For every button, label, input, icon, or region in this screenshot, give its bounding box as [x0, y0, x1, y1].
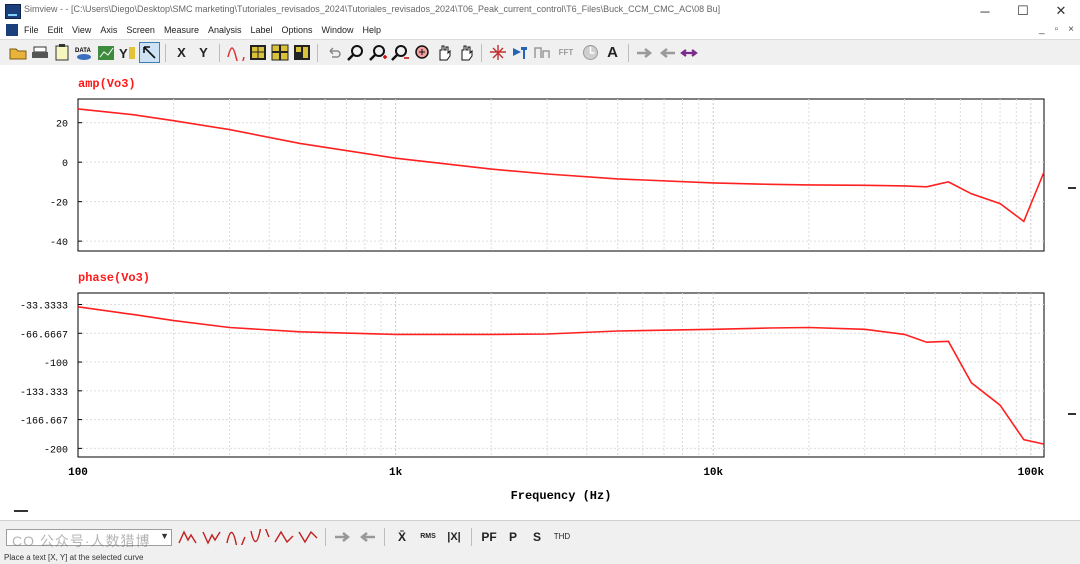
print-icon[interactable]	[30, 43, 49, 62]
x-tick-label: 100k	[1018, 467, 1045, 479]
local-min-icon[interactable]	[250, 527, 270, 546]
watermark: CO 公众号·人数猎博	[12, 533, 151, 549]
clock-icon[interactable]	[581, 43, 600, 62]
simview-app-icon	[5, 4, 21, 19]
menu-screen[interactable]: Screen	[126, 25, 155, 35]
status-bar: Place a text [X, Y] at the selected curv…	[0, 552, 1080, 564]
plot-frame-1	[77, 292, 1045, 458]
x-axis-icon[interactable]: X	[172, 43, 191, 62]
fft-icon[interactable]: FFT	[554, 43, 578, 62]
window-controls: ─ ☐ ✕	[966, 0, 1080, 22]
plot-area[interactable]: amp(Vo3) 20 0 -20 -40 phase(Vo3) -33.3333 -66.6…	[0, 65, 1080, 520]
title-bar: Simview - - [C:\Users\Diego\Desktop\SMC …	[0, 0, 1080, 23]
menu-edit[interactable]: Edit	[48, 25, 64, 35]
y-tick-label: -20	[50, 199, 68, 210]
probe-icon[interactable]	[510, 43, 529, 62]
screen-icon[interactable]	[270, 43, 289, 62]
menu-options[interactable]: Options	[282, 25, 313, 35]
y-tick-label: -33.3333	[20, 302, 68, 313]
x-tick-label: 10k	[703, 467, 723, 479]
x-tick-label: 1k	[389, 467, 403, 479]
y-tick-label: -66.6667	[20, 330, 68, 341]
y-tick-label: -40	[50, 238, 68, 249]
mdi-restore-button[interactable]: ▫	[1055, 24, 1059, 35]
mdi-minimize-button[interactable]: _	[1039, 24, 1045, 35]
close-button[interactable]: ✕	[1042, 0, 1080, 22]
screen2-icon[interactable]	[292, 43, 311, 62]
measure-icon[interactable]	[488, 43, 507, 62]
y-tick-label: 0	[62, 159, 68, 170]
p-button[interactable]: P	[503, 527, 523, 546]
zoom-fit-icon[interactable]	[412, 43, 431, 62]
main-toolbar: DATA Y X Y FFT A	[0, 39, 1080, 66]
arrow-left-icon[interactable]	[657, 43, 676, 62]
max-icon[interactable]	[274, 527, 294, 546]
undo-icon[interactable]	[324, 43, 343, 62]
clipboard-icon[interactable]	[52, 43, 71, 62]
mdi-controls: _ ▫ ×	[1039, 24, 1074, 35]
menu-bar: File Edit View Axis Screen Measure Analysis Lab…	[0, 22, 1080, 39]
svg-text:Y: Y	[119, 46, 128, 61]
menu-axis[interactable]: Axis	[100, 25, 117, 35]
data-icon[interactable]: DATA	[74, 43, 93, 62]
y-tick-label: 20	[56, 120, 68, 131]
svg-text:DATA: DATA	[75, 48, 91, 54]
zoom-out-icon[interactable]	[390, 43, 409, 62]
menu-file[interactable]: File	[24, 25, 39, 35]
grid-icon[interactable]	[248, 43, 267, 62]
menu-label[interactable]: Label	[250, 25, 272, 35]
chart-title-1: phase(Vo3)	[78, 271, 150, 285]
zoom-in-icon[interactable]	[368, 43, 387, 62]
text-icon[interactable]: A	[603, 43, 622, 62]
menu-window[interactable]: Window	[322, 25, 354, 35]
mdi-close-button[interactable]: ×	[1068, 24, 1074, 35]
open-folder-icon[interactable]	[8, 43, 27, 62]
y-tick-label: -166.667	[20, 417, 68, 428]
thd-button[interactable]: THD	[551, 527, 573, 546]
peak-max-icon[interactable]	[178, 527, 198, 546]
y-tick-label: -133.333	[20, 388, 68, 399]
s-button[interactable]: S	[527, 527, 547, 546]
document-icon	[6, 24, 18, 36]
menu-help[interactable]: Help	[363, 25, 382, 35]
zoom-icon[interactable]	[346, 43, 365, 62]
arrow-right-icon-2[interactable]	[333, 527, 353, 546]
x-axis-label: Frequency (Hz)	[511, 489, 612, 503]
menu-analysis[interactable]: Analysis	[208, 25, 242, 35]
hand-icon[interactable]	[456, 43, 475, 62]
abs-button[interactable]: |X|	[444, 527, 464, 546]
window-title: Simview - - [C:\Users\Diego\Desktop\SMC …	[24, 4, 721, 14]
arrow-both-icon[interactable]	[679, 43, 698, 62]
menu-items: File Edit View Axis Screen Measure Analysis Lab…	[24, 25, 390, 35]
curve-toolbar: ▼ X̄ RMS |X| PF P S THD	[0, 520, 1080, 553]
minimize-button[interactable]: ─	[966, 0, 1004, 22]
y-axis-icon[interactable]: Y	[194, 43, 213, 62]
arrow-right-icon[interactable]	[635, 43, 654, 62]
select-arrow-icon[interactable]	[139, 42, 160, 63]
axis-icon[interactable]: Y	[118, 43, 137, 62]
analysis-icon[interactable]	[532, 43, 551, 62]
chart-icon[interactable]	[96, 43, 115, 62]
min-icon[interactable]	[298, 527, 318, 546]
y-tick-label: -100	[44, 359, 68, 370]
waveform-icon[interactable]	[226, 43, 245, 62]
chart-title-0: amp(Vo3)	[78, 77, 136, 91]
rms-button[interactable]: RMS	[416, 527, 440, 546]
local-max-icon[interactable]	[226, 527, 246, 546]
peak-min-icon[interactable]	[202, 527, 222, 546]
x-tick-label: 100	[68, 467, 88, 479]
status-text: Place a text [X, Y] at the selected curv…	[4, 553, 144, 562]
menu-view[interactable]: View	[72, 25, 91, 35]
chevron-down-icon: ▼	[160, 531, 169, 541]
bode-plots: amp(Vo3) 20 0 -20 -40 phase(Vo3) -33.3333 -66.6…	[14, 77, 1076, 512]
pf-button[interactable]: PF	[479, 527, 499, 546]
arrow-left-icon-2[interactable]	[357, 527, 377, 546]
pan-icon[interactable]	[434, 43, 453, 62]
y-tick-label: -200	[44, 445, 68, 456]
mean-button[interactable]: X̄	[392, 527, 412, 546]
menu-measure[interactable]: Measure	[164, 25, 199, 35]
maximize-button[interactable]: ☐	[1004, 0, 1042, 22]
